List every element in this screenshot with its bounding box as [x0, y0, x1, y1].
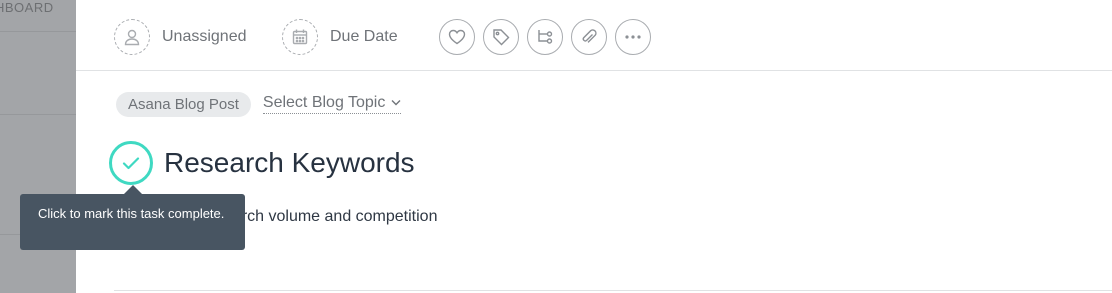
task-fields-row: Asana Blog Post Select Blog Topic — [116, 91, 402, 117]
subtask-icon[interactable] — [527, 19, 563, 55]
dashboard-nav-label: HBOARD — [0, 0, 54, 15]
due-date-label: Due Date — [330, 28, 398, 45]
sidebar-divider — [0, 31, 76, 32]
more-icon[interactable] — [615, 19, 651, 55]
calendar-icon — [282, 19, 318, 55]
task-title[interactable]: Research Keywords — [164, 147, 415, 179]
sidebar-divider — [0, 114, 76, 115]
blog-topic-label: Select Blog Topic — [262, 94, 386, 111]
mark-complete-tooltip: Click to mark this task complete. — [20, 194, 245, 250]
checkmark-icon — [122, 157, 140, 170]
chevron-down-icon — [391, 97, 401, 109]
tag-icon[interactable] — [483, 19, 519, 55]
due-date-button[interactable]: Due Date — [282, 19, 398, 55]
blog-topic-field[interactable]: Select Blog Topic — [262, 94, 402, 114]
heart-icon[interactable] — [439, 19, 475, 55]
assignee-label: Unassigned — [162, 28, 247, 45]
person-icon — [114, 19, 150, 55]
task-toolbar: Unassigned Due Date — [76, 0, 1112, 71]
attachment-icon[interactable] — [571, 19, 607, 55]
tooltip-text: Click to mark this task complete. — [38, 206, 225, 221]
section-divider — [114, 290, 1112, 291]
tooltip-arrow — [124, 185, 142, 194]
project-pill[interactable]: Asana Blog Post — [116, 91, 251, 117]
mark-complete-button[interactable] — [109, 141, 153, 185]
assignee-button[interactable]: Unassigned — [114, 19, 247, 55]
